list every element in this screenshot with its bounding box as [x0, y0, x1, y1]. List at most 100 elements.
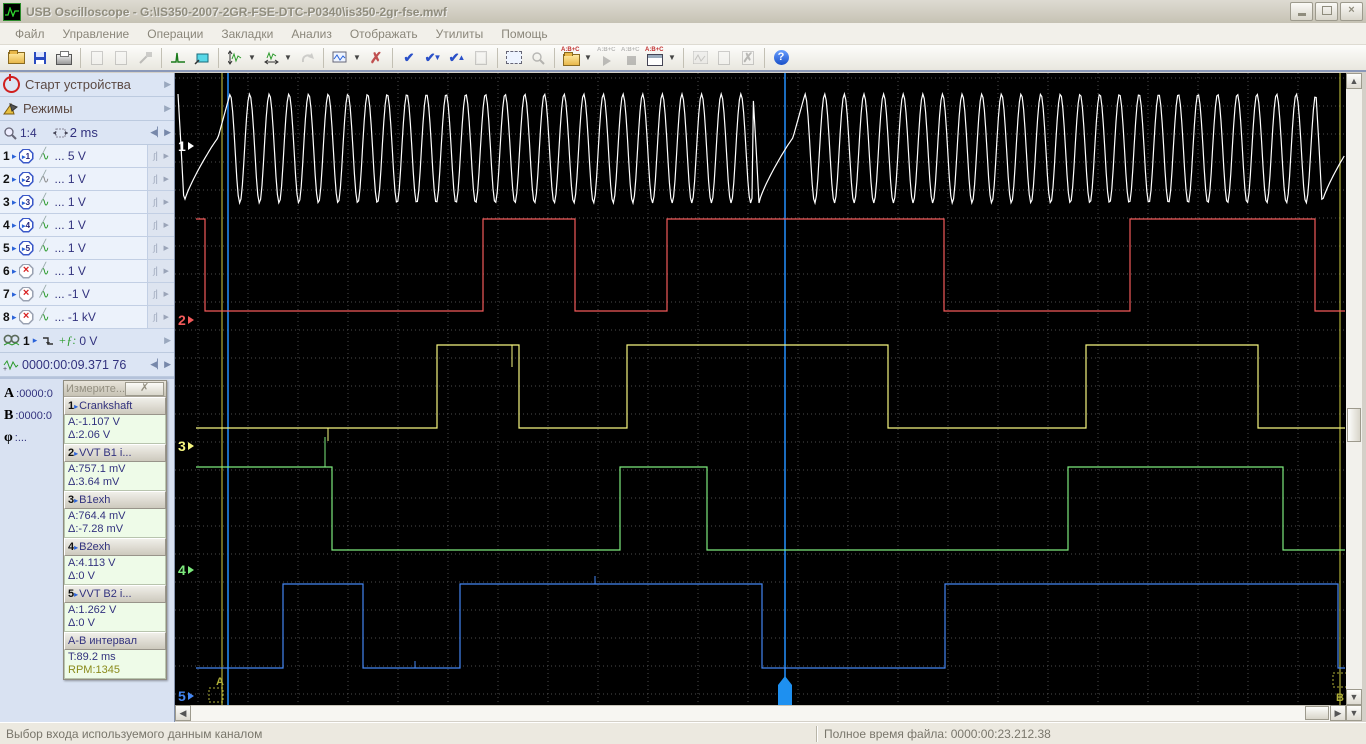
probe-waveform-icon[interactable]: ∿ ╱ [37, 148, 53, 163]
channel-range-value[interactable]: ... 1 V [55, 172, 86, 186]
minimize-button[interactable] [1290, 2, 1313, 21]
channel-gutter-controls[interactable]: ∫ ▏ ▶ [147, 168, 174, 190]
menu-item-утилиты[interactable]: Утилиты [427, 25, 493, 43]
scroll-down-icon[interactable]: ▼ [1346, 689, 1362, 705]
channel-gutter-controls[interactable]: ∫ ▏ ▶ [147, 260, 174, 282]
channel-input-icon[interactable]: 4 [18, 217, 34, 233]
horizontal-scale-icon[interactable] [259, 47, 283, 69]
channel-range-value[interactable]: ... -1 kV [55, 310, 96, 324]
position-stepper[interactable]: ◀▏▶ [150, 359, 171, 370]
scroll-left-icon[interactable]: ◀ [175, 705, 191, 721]
probe-waveform-icon[interactable]: ∿ ╱ [37, 240, 53, 255]
time-div-stepper[interactable]: ◀▏▶ [150, 127, 171, 138]
display-mode-menu-icon[interactable]: ▼ [352, 47, 364, 69]
channel-row-3[interactable]: 3▸3∿╱... 1 V∫▏▶ [0, 191, 174, 214]
menu-item-помощь[interactable]: Помощь [492, 25, 556, 43]
channel-gutter-controls[interactable]: ∫ ▏ ▶ [147, 306, 174, 328]
channel-input-icon[interactable]: 2 [18, 171, 34, 187]
waveform-plot[interactable]: 1 2 3 4 5 A B [175, 73, 1346, 705]
scale-row[interactable]: 1:4 2 ms ◀▏▶ [0, 121, 174, 145]
channel-input-icon[interactable]: 5 [18, 240, 34, 256]
print-icon[interactable] [52, 47, 76, 69]
position-time-row[interactable]: + 0000:00:09.371 76 ◀▏▶ [0, 353, 174, 377]
channel-input-icon[interactable]: 3 [18, 194, 34, 210]
delete-marker-icon[interactable]: ✗ [364, 47, 388, 69]
measure-section-header[interactable]: 2 ▸ VVT B1 i... [64, 444, 166, 462]
abc-table-menu-icon[interactable]: ▼ [667, 47, 679, 69]
scroll-right-icon[interactable]: ▶ [1330, 705, 1346, 721]
open-file-icon[interactable] [4, 47, 28, 69]
channel-disabled-icon[interactable]: × [18, 263, 34, 279]
menu-item-закладки[interactable]: Закладки [212, 25, 282, 43]
channel-range-value[interactable]: ... 1 V [55, 264, 86, 278]
vertical-scrollbar[interactable] [1346, 73, 1362, 705]
accept-all-prev-icon[interactable]: ✔ ▲ [445, 47, 469, 69]
menu-item-отображать[interactable]: Отображать [341, 25, 427, 43]
channel-row-6[interactable]: 6 ▸ × ∿ ╱... 1 V ∫ ▏ ▶ [0, 260, 174, 283]
probe-waveform-icon[interactable]: ∿ ╱ [37, 194, 53, 209]
horizontal-scrollbar[interactable] [175, 705, 1346, 721]
impulse-view-icon[interactable] [166, 47, 190, 69]
save-file-icon[interactable] [28, 47, 52, 69]
channel-gutter-controls[interactable]: ∫ ▏ ▶ [147, 145, 174, 167]
measure-section-header[interactable]: 4 ▸ B2exh [64, 538, 166, 556]
scroll-corner-down-icon[interactable]: ▼ [1346, 705, 1362, 721]
vertical-scale-icon[interactable] [223, 47, 247, 69]
probe-waveform-icon[interactable]: ∿ ╱ [37, 263, 53, 278]
channel-range-value[interactable]: ... 1 V [55, 218, 86, 232]
channel-row-1[interactable]: 1▸1∿╱... 5 V∫▏▶ [0, 145, 174, 168]
measure-section-header[interactable]: А-В интервал [64, 632, 166, 650]
channel-disabled-icon[interactable]: × [18, 309, 34, 325]
measurement-panel-close-icon[interactable]: ✗ [125, 381, 164, 396]
close-button[interactable]: × [1340, 2, 1363, 21]
restore-button[interactable] [1315, 2, 1338, 21]
zoom-value[interactable]: 1:4 [20, 126, 37, 140]
channel-disabled-icon[interactable]: × [18, 286, 34, 302]
probe-waveform-icon[interactable]: ∿ ╱ [37, 309, 53, 324]
probe-waveform-icon[interactable]: ∿ ╱ [37, 286, 53, 301]
channel-gutter-controls[interactable]: ∫ ▏ ▶ [147, 191, 174, 213]
accept-marker-icon[interactable]: ✔ [397, 47, 421, 69]
channel-gutter-controls[interactable]: ∫ ▏ ▶ [147, 283, 174, 305]
scroll-up-icon[interactable]: ▲ [1346, 73, 1362, 89]
position-time-value[interactable]: 0000:00:09.371 76 [22, 358, 126, 372]
measure-section-header[interactable]: 5 ▸ VVT B2 i... [64, 585, 166, 603]
dashed-region-icon[interactable] [502, 47, 526, 69]
start-device-row[interactable]: Старт устройства ▶ [0, 73, 174, 97]
measure-section-header[interactable]: 3 ▸ B1exh [64, 491, 166, 509]
menu-item-операции[interactable]: Операции [138, 25, 212, 43]
abc-open-menu-icon[interactable]: ▼ [583, 47, 595, 69]
menu-item-файл[interactable]: Файл [6, 25, 54, 43]
channel-row-4[interactable]: 4▸4∿╱... 1 V∫▏▶ [0, 214, 174, 237]
trigger-row[interactable]: 1 ▸ +ƒ: 0 V ▶ [0, 329, 174, 353]
channel-row-8[interactable]: 8 ▸ × ∿ ╱... -1 kV ∫ ▏ ▶ [0, 306, 174, 329]
menu-item-анализ[interactable]: Анализ [282, 25, 341, 43]
channel-row-5[interactable]: 5▸5∿╱... 1 V∫▏▶ [0, 237, 174, 260]
channel-row-7[interactable]: 7 ▸ × ∿ ╱... -1 V ∫ ▏ ▶ [0, 283, 174, 306]
abc-open-icon[interactable]: A:B+C [559, 47, 583, 69]
channel-gutter-controls[interactable]: ∫ ▏ ▶ [147, 237, 174, 259]
channel-range-value[interactable]: ... 5 V [55, 149, 86, 163]
channel-row-2[interactable]: 2▸2∿╱... 1 V∫▏▶ [0, 168, 174, 191]
region-select-icon[interactable] [190, 47, 214, 69]
display-mode-icon[interactable] [328, 47, 352, 69]
probe-waveform-icon[interactable]: ∿ ╱ [37, 217, 53, 232]
channel-range-value[interactable]: ... 1 V [55, 195, 86, 209]
help-icon[interactable]: ? [769, 47, 793, 69]
measure-section-header[interactable]: 1 ▸ Crankshaft [64, 397, 166, 415]
vertical-scale-menu-icon[interactable]: ▼ [247, 47, 259, 69]
accept-all-next-icon[interactable]: ✔ ▼ [421, 47, 445, 69]
time-div-value[interactable]: 2 ms [70, 125, 98, 140]
vertical-scrollbar-thumb[interactable] [1347, 408, 1361, 442]
trigger-level-value[interactable]: 0 V [79, 334, 97, 348]
probe-waveform-icon[interactable]: ∿ ╱ [37, 171, 53, 186]
channel-input-icon[interactable]: 1 [18, 148, 34, 164]
menu-item-управление[interactable]: Управление [54, 25, 139, 43]
modes-row[interactable]: Режимы ▶ [0, 97, 174, 121]
horizontal-scrollbar-thumb[interactable] [1305, 706, 1329, 720]
channel-range-value[interactable]: ... 1 V [55, 241, 86, 255]
abc-table-icon[interactable]: A:B+C [643, 47, 667, 69]
horizontal-scale-menu-icon[interactable]: ▼ [283, 47, 295, 69]
channel-range-value[interactable]: ... -1 V [55, 287, 90, 301]
measurement-panel-titlebar[interactable]: Измерите... ✗ [64, 381, 166, 397]
